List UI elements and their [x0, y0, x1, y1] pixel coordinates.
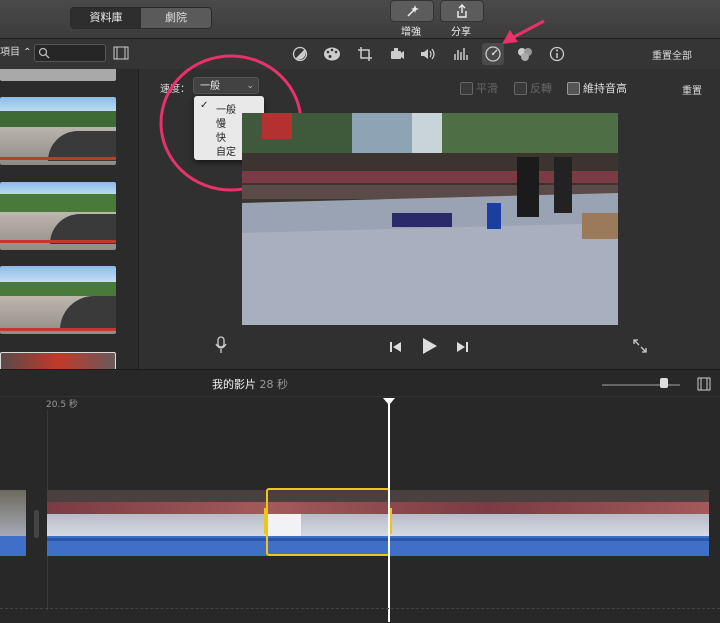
smooth-label: 平滑	[476, 82, 498, 95]
zoom-slider-handle[interactable]	[660, 378, 668, 388]
skip-forward-icon	[457, 342, 468, 352]
expand-icon	[633, 339, 647, 353]
view-switcher: 資料庫 劇院	[70, 7, 212, 29]
info-button[interactable]	[547, 44, 567, 64]
filmstrip-icon	[697, 377, 711, 391]
microphone-icon	[215, 336, 227, 353]
preserve-pitch-checkbox[interactable]	[567, 82, 580, 95]
fullscreen-button[interactable]	[632, 338, 648, 358]
clip-thumbnail-selected[interactable]	[0, 352, 116, 369]
filter-icon	[518, 48, 532, 61]
project-name: 我的影片	[212, 378, 256, 391]
play-icon	[423, 338, 437, 354]
search-input[interactable]	[34, 44, 106, 62]
search-icon	[38, 47, 50, 59]
share-button[interactable]	[440, 0, 484, 22]
clip-thumbnail[interactable]	[0, 69, 116, 81]
reset-all-button[interactable]: 重置全部	[652, 47, 692, 62]
audio-lane-divider	[0, 608, 720, 610]
filmstrip-toggle-button[interactable]	[113, 45, 129, 64]
selected-clip-outline[interactable]	[266, 488, 390, 556]
playhead-marker[interactable]	[383, 398, 395, 405]
info-icon	[549, 46, 565, 62]
noise-reduction-button[interactable]	[450, 44, 470, 64]
color-correction-button[interactable]	[322, 44, 342, 64]
color-palette-icon	[324, 47, 340, 61]
project-title: 我的影片 28 秒	[0, 376, 500, 392]
crop-button[interactable]	[355, 44, 375, 64]
skip-forward-button[interactable]	[455, 339, 469, 358]
smooth-checkbox[interactable]	[460, 82, 473, 95]
annotation-arrow	[502, 19, 545, 44]
skip-back-icon	[390, 342, 401, 352]
share-label: 分享	[451, 27, 471, 38]
clip-appearance-button[interactable]	[697, 376, 711, 395]
play-button[interactable]	[420, 336, 440, 360]
clip-thumbnail[interactable]	[0, 97, 116, 165]
video-preview	[242, 113, 618, 325]
preserve-pitch-label: 維持音高	[583, 82, 627, 95]
project-duration: 28 秒	[259, 378, 289, 391]
magic-wand-icon	[407, 5, 419, 17]
clip-thumbnail[interactable]	[0, 182, 116, 250]
stabilization-button[interactable]	[387, 44, 407, 64]
playhead[interactable]	[388, 400, 390, 622]
reset-button[interactable]: 重置	[682, 82, 702, 97]
share-icon	[457, 4, 467, 18]
clip-duration: 20.5 秒	[46, 400, 78, 410]
reverse-checkbox[interactable]	[514, 82, 527, 95]
timeline-divider	[0, 396, 720, 397]
volume-icon	[421, 48, 435, 60]
library-selector-label: 項目	[0, 47, 20, 58]
filmstrip-icon	[113, 46, 129, 60]
library-browser	[0, 69, 139, 369]
zoom-slider[interactable]	[602, 384, 680, 386]
skip-back-button[interactable]	[389, 339, 403, 358]
reverse-label: 反轉	[530, 82, 552, 95]
video-camera-icon	[391, 48, 404, 59]
timeline-clip[interactable]	[0, 490, 26, 556]
tab-library[interactable]: 資料庫	[71, 8, 141, 28]
library-selector[interactable]: 項目 ⌃	[0, 44, 32, 62]
voiceover-button[interactable]	[214, 336, 228, 358]
enhance-button[interactable]	[390, 0, 434, 22]
transition-marker[interactable]	[34, 510, 39, 538]
tab-theater[interactable]: 劇院	[141, 8, 211, 28]
volume-button[interactable]	[418, 44, 438, 64]
trim-handle-left[interactable]	[264, 508, 267, 534]
equalizer-icon	[454, 48, 468, 60]
crop-icon	[358, 47, 372, 61]
clip-thumbnail[interactable]	[0, 266, 116, 334]
